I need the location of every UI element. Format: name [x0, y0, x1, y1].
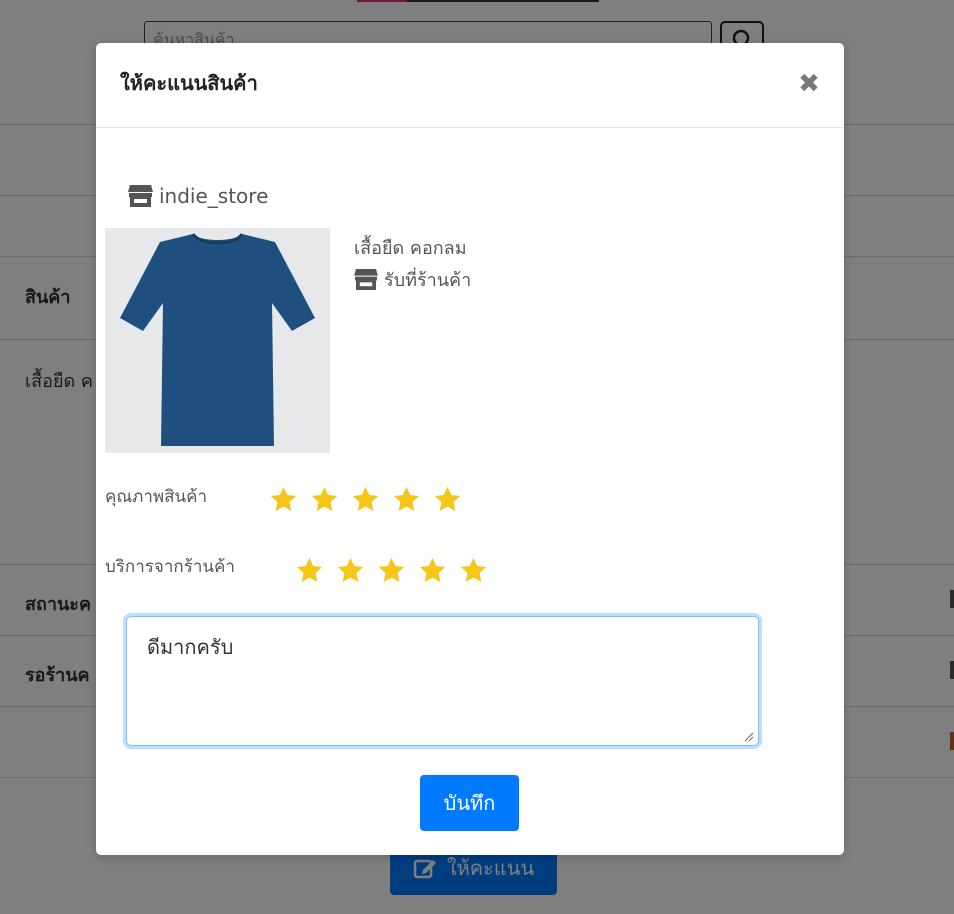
- store-icon: [128, 185, 153, 207]
- save-button[interactable]: บันทึก: [420, 775, 519, 831]
- tshirt-image: [120, 232, 315, 446]
- star-icon[interactable]: [269, 485, 298, 514]
- modal-title: ให้คะแนนสินค้า: [120, 71, 258, 95]
- service-rating-stars[interactable]: [295, 556, 488, 585]
- quality-rating-label: คุณภาพสินค้า: [105, 487, 208, 507]
- close-icon[interactable]: ✖: [796, 71, 822, 97]
- resize-handle-icon[interactable]: [744, 732, 754, 742]
- star-icon[interactable]: [351, 485, 380, 514]
- product-image: [105, 228, 330, 453]
- pickup-row: รับที่ร้านค้า: [354, 265, 471, 294]
- store-name: indie_store: [159, 184, 269, 208]
- store-row: indie_store: [128, 184, 268, 208]
- quality-rating-stars[interactable]: [269, 485, 462, 514]
- product-name: เสื้อยืด คอกลม: [354, 238, 467, 259]
- star-icon[interactable]: [392, 485, 421, 514]
- star-icon[interactable]: [418, 556, 447, 585]
- star-icon[interactable]: [433, 485, 462, 514]
- star-icon[interactable]: [459, 556, 488, 585]
- review-textarea[interactable]: ดีมากครับ: [126, 616, 759, 746]
- star-icon[interactable]: [336, 556, 365, 585]
- star-icon[interactable]: [295, 556, 324, 585]
- star-icon[interactable]: [377, 556, 406, 585]
- service-rating-label: บริการจากร้านค้า: [105, 557, 235, 577]
- store-icon: [354, 269, 378, 290]
- star-icon[interactable]: [310, 485, 339, 514]
- pickup-label: รับที่ร้านค้า: [384, 270, 472, 291]
- rating-modal: ให้คะแนนสินค้า ✖ indie_store เสื้อยืด คอ…: [96, 43, 844, 855]
- modal-header: ให้คะแนนสินค้า ✖: [96, 43, 844, 128]
